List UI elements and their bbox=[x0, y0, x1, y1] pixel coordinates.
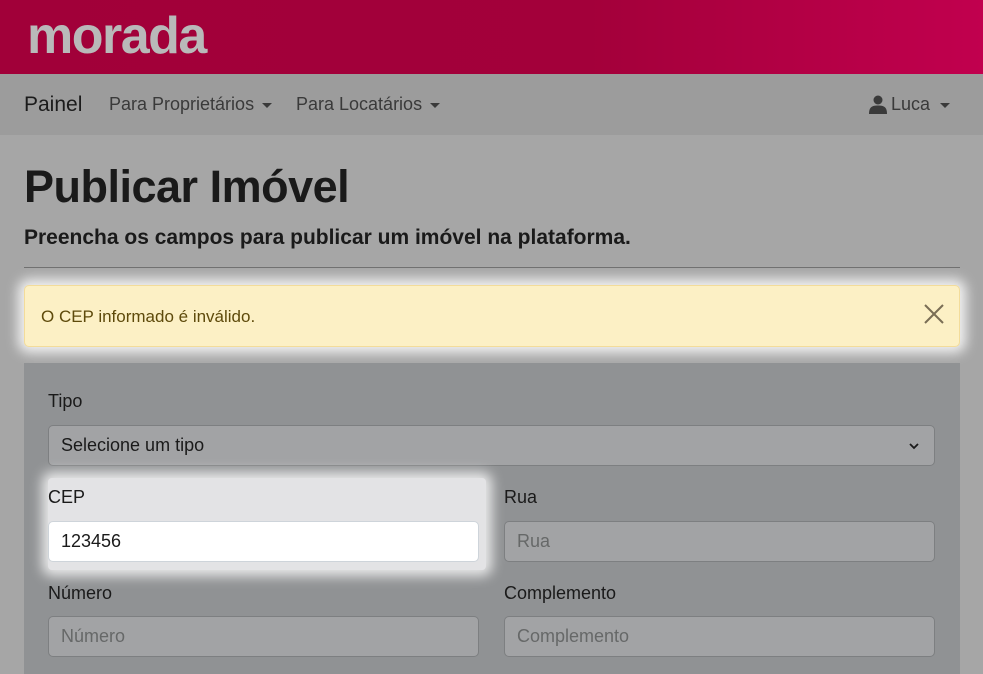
user-name: Luca bbox=[891, 94, 931, 114]
navbar: Painel Para Proprietários Para Locatário… bbox=[0, 74, 983, 135]
cep-label: CEP bbox=[48, 487, 86, 507]
close-icon[interactable] bbox=[923, 303, 945, 325]
cep-field-group: CEP 123456 bbox=[48, 478, 486, 570]
tipo-selected-value: Selecione um tipo bbox=[61, 435, 205, 455]
page-title: Publicar Imóvel bbox=[24, 161, 350, 212]
menu-label: Para Proprietários bbox=[109, 94, 255, 114]
complemento-input[interactable]: Complemento bbox=[504, 616, 935, 657]
page-subtitle: Preencha os campos para publicar um imóv… bbox=[24, 226, 631, 249]
rua-label: Rua bbox=[504, 487, 538, 507]
cep-value: 123456 bbox=[61, 531, 122, 551]
cep-input[interactable]: 123456 bbox=[48, 521, 479, 562]
nav-brand-painel[interactable]: Painel bbox=[24, 93, 82, 117]
caret-down-icon bbox=[430, 103, 441, 108]
rua-placeholder: Rua bbox=[517, 531, 551, 551]
caret-down-icon bbox=[262, 103, 273, 108]
numero-input[interactable]: Número bbox=[48, 616, 479, 657]
divider bbox=[24, 267, 960, 268]
rua-input[interactable]: Rua bbox=[504, 521, 935, 562]
numero-placeholder: Número bbox=[61, 626, 126, 646]
numero-label: Número bbox=[48, 583, 113, 603]
chevron-down-icon bbox=[909, 443, 919, 450]
tipo-label: Tipo bbox=[48, 391, 83, 411]
alert-message: O CEP informado é inválido. bbox=[41, 307, 256, 326]
brand-bar: morada bbox=[0, 0, 983, 74]
logo[interactable]: morada bbox=[27, 6, 207, 66]
warning-alert: O CEP informado é inválido. bbox=[24, 285, 960, 347]
tipo-select[interactable]: Selecione um tipo bbox=[48, 425, 935, 466]
complemento-label: Complemento bbox=[504, 583, 617, 603]
menu-label: Para Locatários bbox=[296, 94, 423, 114]
menu-para-proprietarios[interactable]: Para Proprietários bbox=[109, 94, 273, 115]
menu-para-locatarios[interactable]: Para Locatários bbox=[296, 94, 441, 115]
user-icon bbox=[869, 95, 887, 114]
caret-down-icon bbox=[940, 103, 951, 108]
user-menu[interactable]: Luca bbox=[869, 94, 951, 115]
complemento-placeholder: Complemento bbox=[517, 626, 630, 646]
